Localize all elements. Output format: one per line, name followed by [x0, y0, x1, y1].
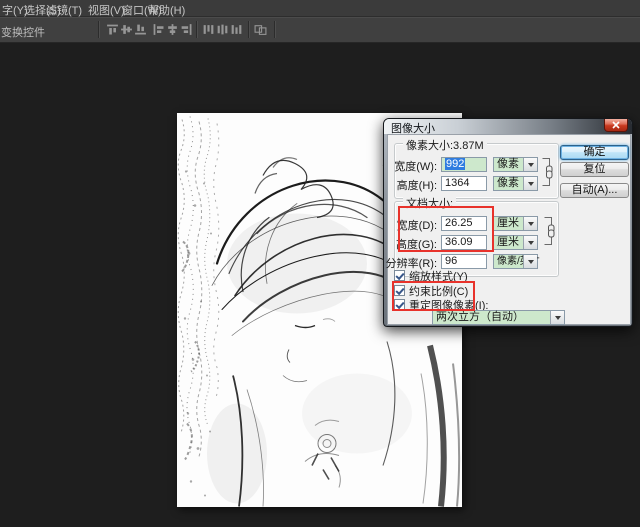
dropdown-arrow-button[interactable] [523, 236, 537, 249]
align-right-edges-icon[interactable] [180, 23, 193, 36]
chevron-down-icon [528, 241, 534, 248]
scale-styles-row: 缩放样式(Y) [394, 269, 468, 282]
pixel-height-row: 高度(H): 1364 像素 [395, 176, 558, 191]
dropdown-arrow-button[interactable] [523, 255, 537, 268]
document-size-legend: 文档大小: [403, 195, 456, 211]
pixel-height-unit-select[interactable]: 像素 [493, 176, 538, 191]
doc-width-row: 宽度(D): 26.25 厘米 [395, 216, 558, 231]
chevron-down-icon [528, 182, 534, 189]
pixel-height-value: 1364 [445, 177, 469, 189]
resample-method-value: 两次立方（自动） [436, 312, 524, 323]
dropdown-arrow-button[interactable] [523, 217, 537, 230]
chevron-down-icon [555, 316, 561, 323]
toolbar-separator [196, 21, 198, 38]
close-button[interactable] [604, 119, 628, 132]
constrain-proportions-checkbox[interactable] [394, 285, 405, 296]
auto-align-layers-icon[interactable] [254, 23, 267, 36]
align-left-edges-icon[interactable] [152, 23, 165, 36]
doc-height-input[interactable]: 36.09 [441, 235, 487, 250]
constrain-proportions-row: 约束比例(C) [394, 284, 468, 297]
options-bar: 变换控件 [0, 17, 640, 43]
dialog-title-bar[interactable]: 图像大小 [384, 119, 632, 134]
align-bottom-edges-icon[interactable] [134, 23, 147, 36]
doc-width-value: 26.25 [445, 217, 473, 229]
link-dimensions-icon [540, 157, 553, 190]
menu-filter[interactable]: 滤镜(T) [46, 2, 82, 18]
scale-styles-checkbox[interactable] [394, 270, 405, 281]
chevron-down-icon [528, 163, 534, 170]
chevron-down-icon [528, 260, 534, 267]
pixel-width-unit-value: 像素 [497, 159, 519, 170]
pixel-width-value: 992 [445, 158, 465, 170]
align-vertical-centers-icon[interactable] [120, 23, 133, 36]
pixel-dimensions-legend: 像素大小:3.87M [403, 137, 487, 153]
auto-button[interactable]: 自动(A)... [560, 183, 629, 198]
distribute-top-edges-icon[interactable] [202, 23, 215, 36]
scale-styles-label: 缩放样式(Y) [409, 268, 468, 284]
menu-view[interactable]: 视图(V) [88, 2, 125, 18]
resolution-value: 96 [445, 255, 457, 267]
dropdown-arrow-button[interactable] [523, 177, 537, 190]
pixel-width-label: 宽度(W): [394, 158, 437, 174]
document-size-group: 文档大小: 宽度(D): 26.25 厘米 高度(G): 36.09 厘米 [394, 201, 559, 277]
doc-height-label: 高度(G): [396, 236, 437, 252]
pixel-height-unit-value: 像素 [497, 178, 519, 189]
pixel-height-label: 高度(H): [397, 177, 437, 193]
resample-image-checkbox[interactable] [394, 299, 405, 310]
resample-method-select[interactable]: 两次立方（自动） [432, 310, 565, 325]
image-size-dialog: 图像大小 像素大小:3.87M 宽度(W): 992 像素 高度(H): [383, 118, 633, 327]
doc-width-label: 宽度(D): [397, 217, 437, 233]
toolbar-separator [98, 21, 100, 38]
align-top-edges-icon[interactable] [106, 23, 119, 36]
pixel-width-input[interactable]: 992 [441, 157, 487, 172]
doc-width-unit-select[interactable]: 厘米 [493, 216, 538, 231]
ok-button[interactable]: 确定 [560, 145, 629, 160]
show-transform-controls-label: 变换控件 [1, 24, 45, 40]
toolbar-separator [274, 21, 276, 38]
chevron-down-icon [528, 222, 534, 229]
align-horizontal-centers-icon[interactable] [166, 23, 179, 36]
doc-width-unit-value: 厘米 [497, 218, 519, 229]
dropdown-arrow-button[interactable] [550, 311, 564, 324]
toolbar-separator [248, 21, 250, 38]
photoshop-window: 字(Y) 选择(S) 滤镜(T) 视图(V) 窗口(W) 帮助(H) 变换控件 [0, 0, 640, 527]
doc-height-unit-value: 厘米 [497, 237, 519, 248]
doc-height-unit-select[interactable]: 厘米 [493, 235, 538, 250]
doc-width-input[interactable]: 26.25 [441, 216, 487, 231]
pixel-dimensions-group: 像素大小:3.87M 宽度(W): 992 像素 高度(H): 1364 像素 [394, 143, 559, 199]
link-dimensions-icon [542, 216, 555, 249]
doc-height-row: 高度(G): 36.09 厘米 [395, 235, 558, 250]
menu-help[interactable]: 帮助(H) [148, 2, 185, 18]
pixel-width-unit-select[interactable]: 像素 [493, 157, 538, 172]
distribute-vertical-centers-icon[interactable] [216, 23, 229, 36]
distribute-bottom-edges-icon[interactable] [230, 23, 243, 36]
resolution-unit-select[interactable]: 像素/英寸 [493, 254, 538, 269]
reset-button[interactable]: 复位 [560, 162, 629, 177]
doc-height-value: 36.09 [445, 236, 473, 248]
dialog-body: 像素大小:3.87M 宽度(W): 992 像素 高度(H): 1364 像素 [387, 134, 631, 325]
pixel-width-row: 宽度(W): 992 像素 [395, 157, 558, 172]
dropdown-arrow-button[interactable] [523, 158, 537, 171]
close-icon [612, 121, 620, 129]
pixel-height-input[interactable]: 1364 [441, 176, 487, 191]
menu-bar: 字(Y) 选择(S) 滤镜(T) 视图(V) 窗口(W) 帮助(H) [0, 0, 640, 17]
